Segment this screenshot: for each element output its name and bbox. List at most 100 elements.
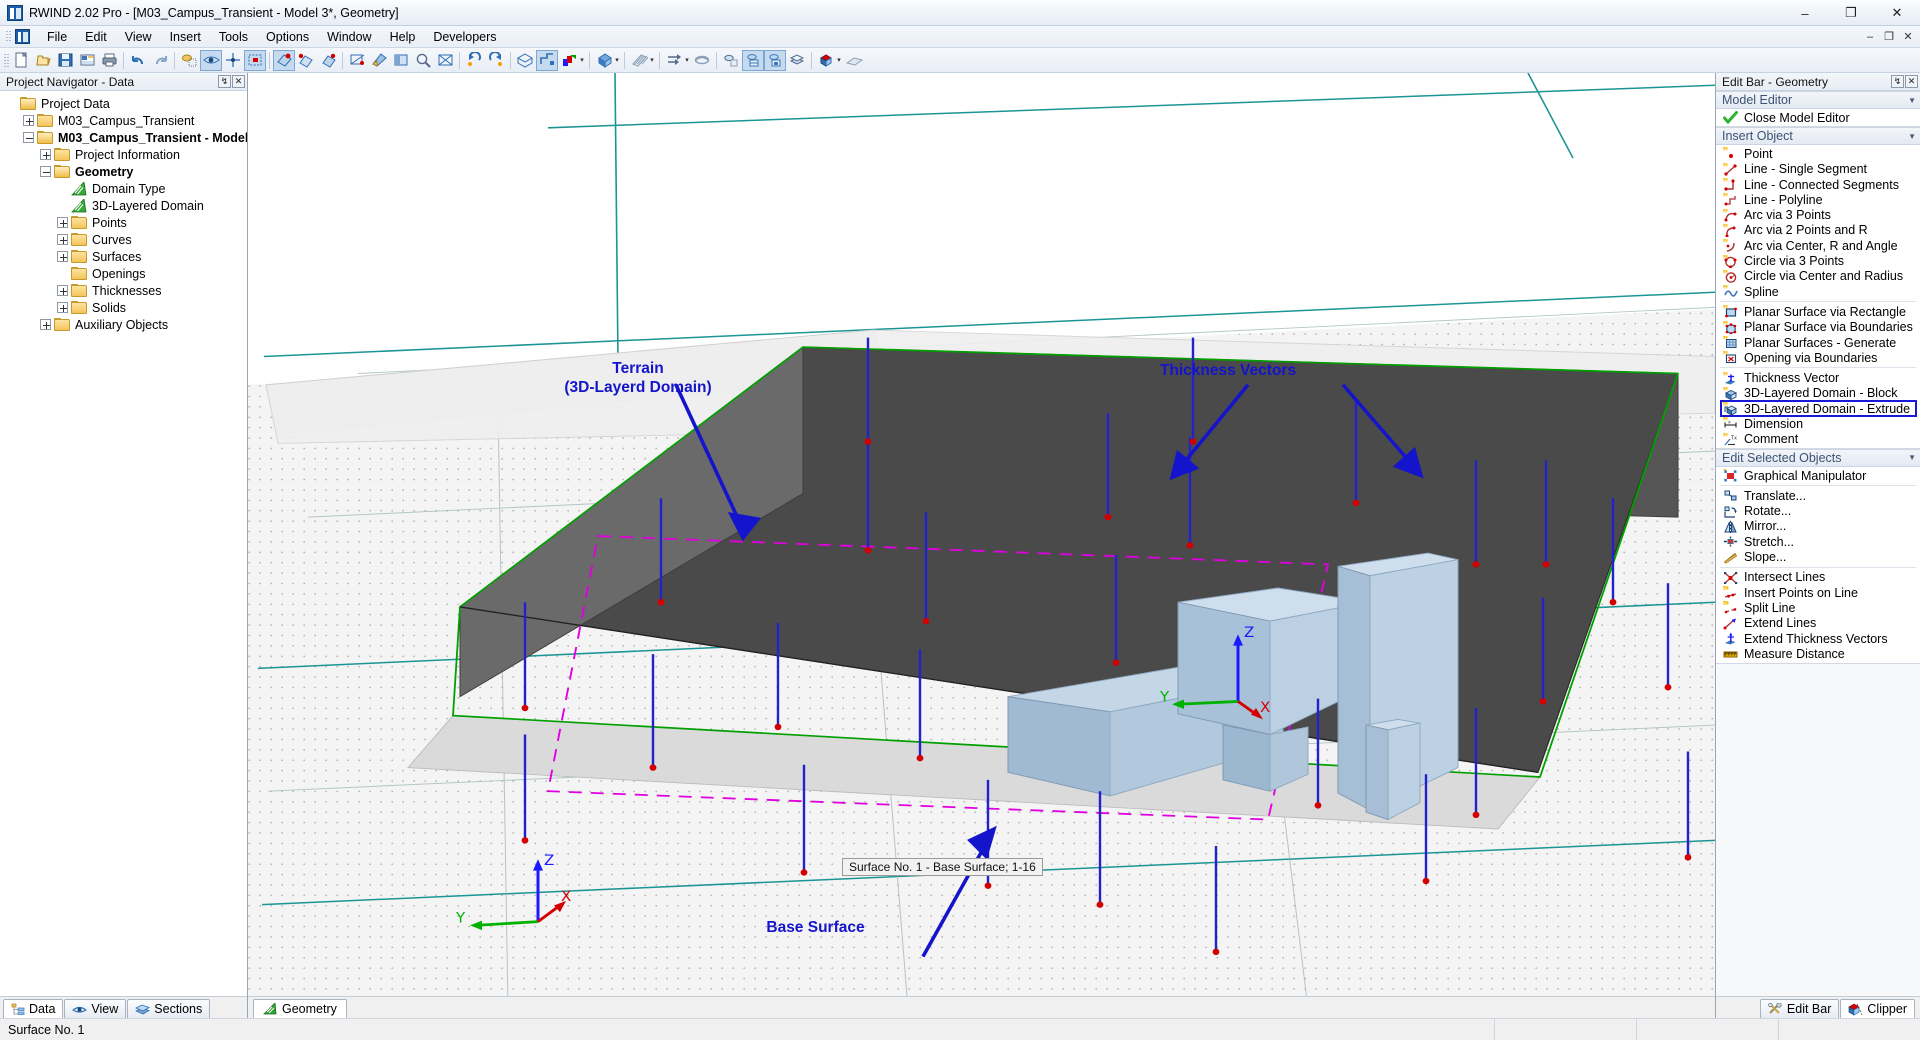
section-plane-b-icon[interactable] [764,50,786,71]
tree-item-curves[interactable]: Curves [0,231,247,248]
menu-item-view[interactable]: View [116,27,161,47]
menu-item-edit[interactable]: Edit [76,27,116,47]
zoom-window-icon[interactable] [412,50,434,71]
mdi-minimize-button[interactable]: – [1861,28,1879,45]
navigator-tab-sections[interactable]: Sections [127,999,210,1018]
navigator-tab-data[interactable]: Data [3,999,63,1018]
axes-colors-icon[interactable] [558,50,580,71]
edit-bar-item-split-line[interactable]: Split Line [1716,600,1920,615]
menu-item-developers[interactable]: Developers [424,27,505,47]
tree-collapse-icon[interactable] [23,132,34,143]
tree-item-thicknesses[interactable]: Thicknesses [0,282,247,299]
edit-bar-pin-button[interactable]: ↯ [1891,75,1904,88]
edit-bar-group-header-insert-object[interactable]: Insert Object▼ [1716,127,1920,145]
edit-bar-item-planar-surface-via-rectangle[interactable]: Planar Surface via Rectangle [1716,304,1920,319]
zoom-model-icon[interactable] [317,50,339,71]
chevron-down-icon[interactable]: ▼ [1908,96,1916,105]
tree-item-3d-layered-domain[interactable]: 3D-Layered Domain [0,197,247,214]
tree-item-m03-campus-transient-model-3[interactable]: M03_Campus_Transient - Model 3 [0,129,247,146]
tree-item-surfaces[interactable]: Surfaces [0,248,247,265]
edit-bar-item-comment[interactable]: TxComment [1716,432,1920,447]
edit-bar-item-graphical-manipulator[interactable]: Graphical Manipulator [1716,468,1920,483]
edit-bar-item-extend-lines[interactable]: Extend Lines [1716,616,1920,631]
mdi-close-button[interactable]: ✕ [1899,28,1917,45]
edit-bar-item-intersect-lines[interactable]: Intersect Lines [1716,570,1920,585]
rotate-right-icon[interactable] [485,50,507,71]
axis-system-icon[interactable] [346,50,368,71]
tree-expand-icon[interactable] [57,251,68,262]
rotate-left-icon[interactable] [463,50,485,71]
edit-bar-item-extend-thickness-vectors[interactable]: Extend Thickness Vectors [1716,631,1920,646]
edit-bar-item-circle-via-3-points[interactable]: Circle via 3 Points [1716,253,1920,268]
tree-expand-icon[interactable] [23,115,34,126]
rotate-view-icon[interactable] [273,50,295,71]
tree-collapse-icon[interactable] [40,166,51,177]
edit-bar-item-measure-distance[interactable]: Measure Distance [1716,646,1920,661]
menu-item-tools[interactable]: Tools [210,27,257,47]
chevron-down-icon[interactable]: ▼ [1908,453,1916,462]
tree-item-project-information[interactable]: Project Information [0,146,247,163]
edit-bar-item-thickness-vector[interactable]: Thickness Vector [1716,370,1920,385]
tree-expand-icon[interactable] [57,302,68,313]
streamline-icon[interactable] [691,50,713,71]
perspective-view-icon[interactable] [536,50,558,71]
toolbar-grip-handle[interactable] [2,51,10,69]
tree-item-solids[interactable]: Solids [0,299,247,316]
edit-bar-item-line-connected-segments[interactable]: Line - Connected Segments [1716,177,1920,192]
new-icon[interactable] [10,50,32,71]
section-plane-a-icon[interactable] [742,50,764,71]
flow-arrows-icon[interactable] [663,50,685,71]
menu-item-file[interactable]: File [38,27,76,47]
open-folder-icon[interactable] [32,50,54,71]
edit-bar-item-planar-surface-via-boundaries[interactable]: Planar Surface via Boundaries [1716,320,1920,335]
selection-box-icon[interactable] [244,50,266,71]
save-disk-icon[interactable] [54,50,76,71]
solid-block-icon[interactable] [593,50,615,71]
edit-bar-item-mirror[interactable]: Mirror... [1716,519,1920,534]
viewport-3d[interactable]: Z Y X Z Y [248,73,1715,1018]
mesh-cube-icon[interactable] [815,50,837,71]
zoom-fit-icon[interactable] [434,50,456,71]
isometric-view-icon[interactable] [514,50,536,71]
edit-bar-item-arc-via-3-points[interactable]: Arc via 3 Points [1716,207,1920,222]
close-button[interactable]: ✕ [1874,0,1920,26]
tree-expand-icon[interactable] [40,319,51,330]
edit-bar-item-rotate[interactable]: Rotate... [1716,504,1920,519]
edit-bar-tab-edit-bar[interactable]: Edit Bar [1760,999,1839,1018]
tree-item-m03-campus-transient[interactable]: M03_Campus_Transient [0,112,247,129]
menu-item-window[interactable]: Window [318,27,380,47]
tree-expand-icon[interactable] [57,234,68,245]
edit-bar-item-line-polyline[interactable]: Line - Polyline [1716,192,1920,207]
menu-grip-handle[interactable] [4,29,13,45]
edit-bar-item-opening-via-boundaries[interactable]: Opening via Boundaries [1716,350,1920,365]
menu-item-help[interactable]: Help [381,27,425,47]
edit-bar-group-header-edit-selected-objects[interactable]: Edit Selected Objects▼ [1716,449,1920,467]
edit-bar-group-header-model-editor[interactable]: Model Editor▼ [1716,91,1920,109]
tree-item-auxiliary-objects[interactable]: Auxiliary Objects [0,316,247,333]
edit-bar-item-3d-layered-domain-block[interactable]: 3D-Layered Domain - Block [1716,386,1920,401]
edit-bar-item-close-model-editor[interactable]: Close Model Editor [1716,110,1920,125]
render-surfaces-icon[interactable] [178,50,200,71]
chevron-down-icon[interactable]: ▼ [1908,132,1916,141]
navigator-pin-button[interactable]: ↯ [218,75,231,88]
navigator-tab-view[interactable]: View [64,999,126,1018]
snap-grid-icon[interactable] [222,50,244,71]
edit-bar-item-dimension[interactable]: xDimension [1716,416,1920,431]
menu-item-options[interactable]: Options [257,27,318,47]
layers-icon[interactable] [786,50,808,71]
print-icon[interactable] [98,50,120,71]
menu-item-insert[interactable]: Insert [161,27,210,47]
edit-bar-tab-clipper[interactable]: Clipper [1840,999,1915,1018]
tree-expand-icon[interactable] [57,217,68,228]
hatch-pattern-icon[interactable] [628,50,650,71]
wireframe-icon[interactable] [390,50,412,71]
visibility-eye-icon[interactable] [200,50,222,71]
tree-item-project-data[interactable]: Project Data [0,95,247,112]
edit-bar-item-planar-surfaces-generate[interactable]: Planar Surfaces - Generate [1716,335,1920,350]
navigator-close-button[interactable]: ✕ [232,75,245,88]
tree-expand-icon[interactable] [40,149,51,160]
pan-view-icon[interactable] [295,50,317,71]
tree-item-points[interactable]: Points [0,214,247,231]
edit-bar-item-3d-layered-domain-extrude[interactable]: 3D-Layered Domain - Extrude [1716,401,1920,416]
edit-bar-close-button[interactable]: ✕ [1905,75,1918,88]
